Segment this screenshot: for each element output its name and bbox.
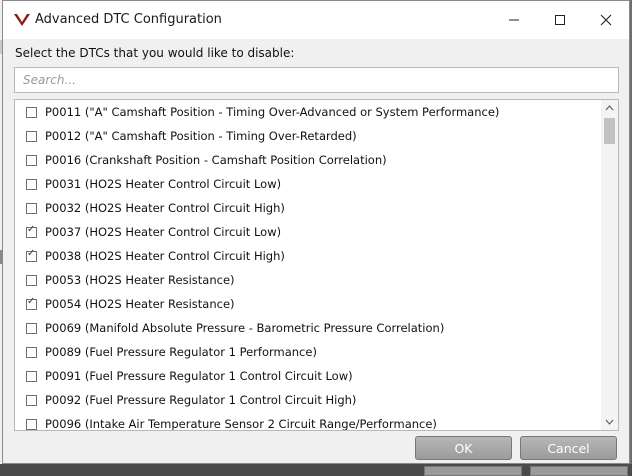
search-box[interactable] bbox=[14, 67, 619, 93]
dtc-checkbox[interactable] bbox=[26, 296, 37, 310]
dtc-list-item[interactable]: P0011 ("A" Camshaft Position - Timing Ov… bbox=[15, 100, 603, 124]
dtc-checkbox[interactable] bbox=[26, 418, 37, 430]
dtc-label: P0092 (Fuel Pressure Regulator 1 Control… bbox=[45, 393, 357, 407]
dtc-label: P0011 ("A" Camshaft Position - Timing Ov… bbox=[45, 105, 500, 119]
maximize-button[interactable] bbox=[537, 1, 583, 39]
background-button bbox=[424, 466, 522, 476]
search-input[interactable] bbox=[23, 69, 613, 91]
vertical-scrollbar[interactable] bbox=[601, 100, 618, 430]
advanced-dtc-dialog: Advanced DTC Configuration Select the DT… bbox=[2, 0, 630, 464]
dtc-list[interactable]: P0011 ("A" Camshaft Position - Timing Ov… bbox=[14, 99, 619, 431]
dtc-checkbox[interactable] bbox=[26, 178, 37, 190]
chevron-down-icon bbox=[605, 419, 614, 425]
dtc-list-items: P0011 ("A" Camshaft Position - Timing Ov… bbox=[15, 100, 603, 431]
dtc-checkbox[interactable] bbox=[26, 394, 37, 406]
dtc-label: P0037 (HO2S Heater Control Circuit Low) bbox=[45, 225, 282, 239]
dtc-checkbox[interactable] bbox=[26, 322, 37, 334]
dtc-label: P0096 (Intake Air Temperature Sensor 2 C… bbox=[45, 417, 437, 431]
dtc-label: P0069 (Manifold Absolute Pressure - Baro… bbox=[45, 321, 445, 335]
maximize-icon bbox=[555, 15, 565, 25]
dtc-label: P0089 (Fuel Pressure Regulator 1 Perform… bbox=[45, 345, 317, 359]
close-button[interactable] bbox=[583, 1, 629, 39]
cancel-button[interactable]: Cancel bbox=[520, 436, 617, 460]
dtc-list-item[interactable]: P0091 (Fuel Pressure Regulator 1 Control… bbox=[15, 364, 603, 388]
dtc-list-item[interactable]: P0054 (HO2S Heater Resistance) bbox=[15, 292, 603, 316]
vehicle-v-logo-icon bbox=[14, 14, 30, 26]
dtc-checkbox[interactable] bbox=[26, 346, 37, 358]
dtc-list-item[interactable]: P0016 (Crankshaft Position - Camshaft Po… bbox=[15, 148, 603, 172]
chevron-up-icon bbox=[605, 105, 614, 111]
dtc-list-item[interactable]: P0037 (HO2S Heater Control Circuit Low) bbox=[15, 220, 603, 244]
dtc-label: P0031 (HO2S Heater Control Circuit Low) bbox=[45, 177, 282, 191]
dtc-list-item[interactable]: P0032 (HO2S Heater Control Circuit High) bbox=[15, 196, 603, 220]
dtc-list-item[interactable]: P0053 (HO2S Heater Resistance) bbox=[15, 268, 603, 292]
close-icon bbox=[600, 14, 612, 26]
ok-button[interactable]: OK bbox=[415, 436, 512, 460]
background-window-bottom bbox=[0, 464, 632, 476]
dtc-label: P0053 (HO2S Heater Resistance) bbox=[45, 273, 235, 287]
dtc-list-item[interactable]: P0038 (HO2S Heater Control Circuit High) bbox=[15, 244, 603, 268]
dtc-label: P0054 (HO2S Heater Resistance) bbox=[45, 297, 235, 311]
dtc-list-item[interactable]: P0092 (Fuel Pressure Regulator 1 Control… bbox=[15, 388, 603, 412]
dtc-list-item[interactable]: P0069 (Manifold Absolute Pressure - Baro… bbox=[15, 316, 603, 340]
scrollbar-thumb[interactable] bbox=[604, 118, 615, 144]
background-button bbox=[530, 466, 628, 476]
dtc-checkbox[interactable] bbox=[26, 202, 37, 214]
dtc-checkbox[interactable] bbox=[26, 130, 37, 142]
scroll-down-button[interactable] bbox=[601, 414, 618, 430]
dtc-checkbox[interactable] bbox=[26, 154, 37, 166]
minimize-icon bbox=[509, 19, 519, 21]
dtc-checkbox[interactable] bbox=[26, 106, 37, 118]
dtc-list-item[interactable]: P0012 ("A" Camshaft Position - Timing Ov… bbox=[15, 124, 603, 148]
dtc-label: P0038 (HO2S Heater Control Circuit High) bbox=[45, 249, 285, 263]
dtc-checkbox[interactable] bbox=[26, 248, 37, 262]
dtc-label: P0012 ("A" Camshaft Position - Timing Ov… bbox=[45, 129, 357, 143]
window-title: Advanced DTC Configuration bbox=[35, 12, 222, 27]
dtc-label: P0032 (HO2S Heater Control Circuit High) bbox=[45, 201, 285, 215]
dtc-label: P0091 (Fuel Pressure Regulator 1 Control… bbox=[45, 369, 353, 383]
title-bar[interactable]: Advanced DTC Configuration bbox=[3, 1, 629, 39]
scroll-up-button[interactable] bbox=[601, 100, 618, 116]
dtc-list-item[interactable]: P0089 (Fuel Pressure Regulator 1 Perform… bbox=[15, 340, 603, 364]
dtc-list-item[interactable]: P0031 (HO2S Heater Control Circuit Low) bbox=[15, 172, 603, 196]
dtc-checkbox[interactable] bbox=[26, 224, 37, 238]
dtc-checkbox[interactable] bbox=[26, 370, 37, 382]
instruction-label: Select the DTCs that you would like to d… bbox=[15, 46, 295, 60]
dtc-label: P0016 (Crankshaft Position - Camshaft Po… bbox=[45, 153, 387, 167]
dtc-list-item[interactable]: P0096 (Intake Air Temperature Sensor 2 C… bbox=[15, 412, 603, 431]
dtc-checkbox[interactable] bbox=[26, 274, 37, 286]
minimize-button[interactable] bbox=[491, 1, 537, 39]
